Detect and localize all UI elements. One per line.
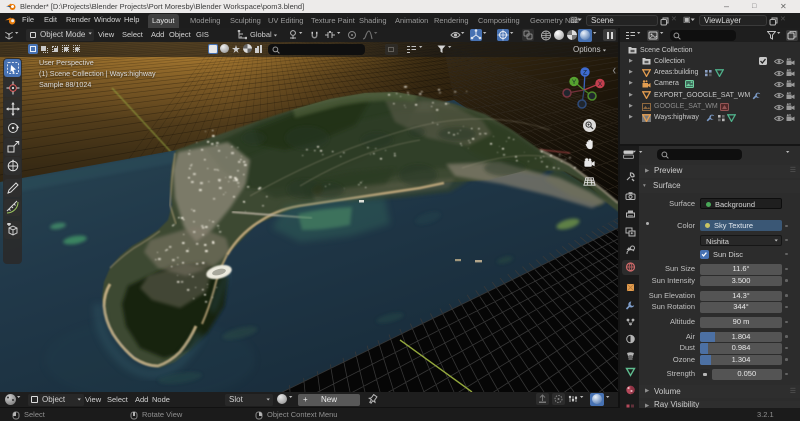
svg-text:Y: Y	[572, 79, 577, 86]
svg-text:X: X	[598, 81, 603, 88]
svg-text:Z: Z	[583, 70, 587, 77]
